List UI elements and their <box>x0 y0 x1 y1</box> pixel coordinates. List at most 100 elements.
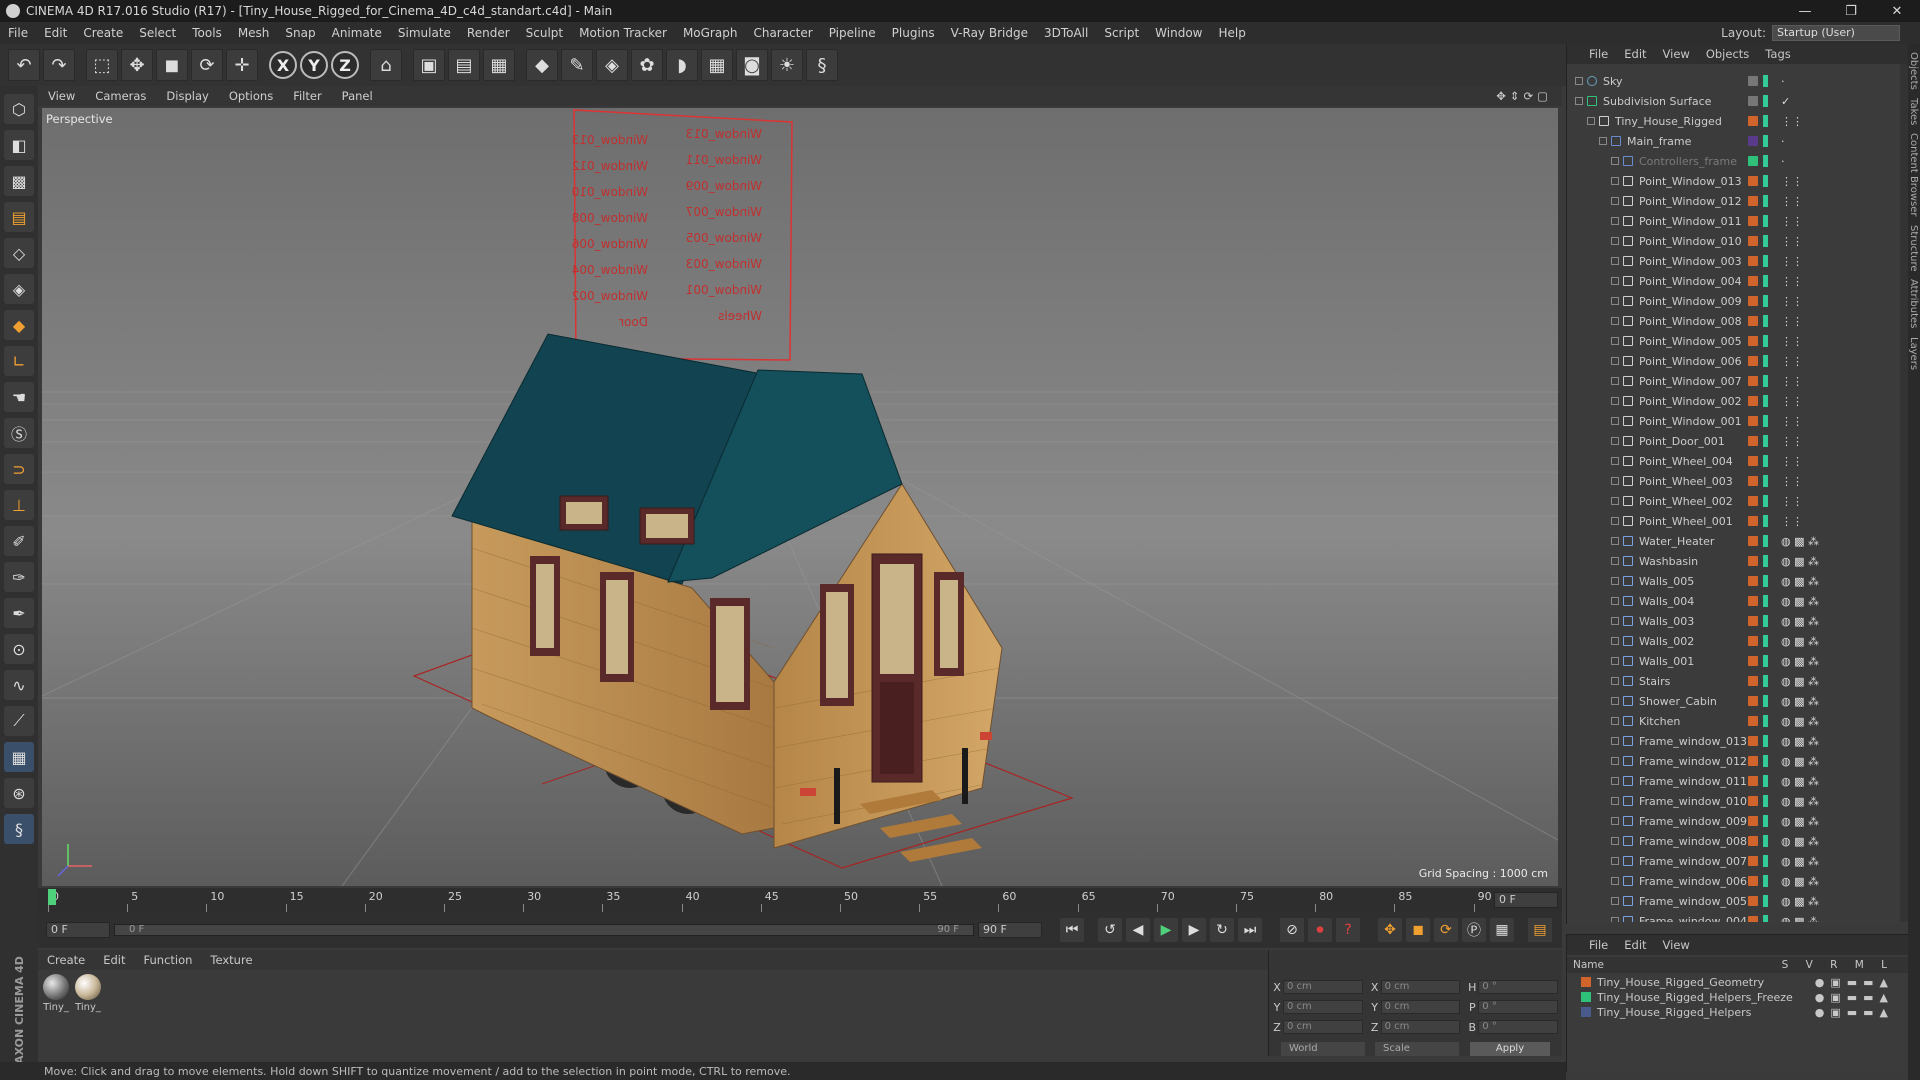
object-row[interactable]: Sky · <box>1567 72 1901 90</box>
expand-toggle-icon[interactable] <box>1611 517 1619 525</box>
menu-plugins[interactable]: Plugins <box>884 26 943 40</box>
key-scale-icon[interactable]: ◼ <box>1406 918 1430 942</box>
current-frame-marker[interactable] <box>48 889 56 905</box>
visibility-toggle-icon[interactable] <box>1763 715 1768 727</box>
menu-tools[interactable]: Tools <box>184 26 230 40</box>
camera-icon[interactable]: ◙ <box>736 49 768 81</box>
object-tags-icon[interactable]: ◍ ▩ ⁂ <box>1781 655 1819 668</box>
layer-color-swatch[interactable] <box>1748 316 1758 326</box>
object-tags-icon[interactable]: ⋮⋮ <box>1781 355 1803 368</box>
size-y-field[interactable]: 0 cm <box>1380 1000 1461 1014</box>
layer-menu-edit[interactable]: Edit <box>1616 938 1654 952</box>
object-row[interactable]: Point_Window_004 ⋮⋮ <box>1567 272 1901 290</box>
render-picture-icon[interactable]: ▤ <box>448 49 480 81</box>
layer-color-swatch[interactable] <box>1581 992 1591 1002</box>
object-tags-icon[interactable]: ⋮⋮ <box>1781 375 1803 388</box>
next-key-icon[interactable]: ↻ <box>1210 918 1234 942</box>
menu-mesh[interactable]: Mesh <box>230 26 278 40</box>
expand-toggle-icon[interactable] <box>1611 897 1619 905</box>
visibility-toggle-icon[interactable] <box>1763 675 1768 687</box>
visibility-toggle-icon[interactable] <box>1763 495 1768 507</box>
object-menu-view[interactable]: View <box>1655 47 1698 61</box>
object-menu-tags[interactable]: Tags <box>1757 47 1798 61</box>
grid-lock-icon[interactable]: ▦ <box>4 742 34 772</box>
expand-toggle-icon[interactable] <box>1611 657 1619 665</box>
array-icon[interactable]: ✿ <box>631 49 663 81</box>
layer-color-swatch[interactable] <box>1748 476 1758 486</box>
object-tags-icon[interactable]: · <box>1781 135 1785 148</box>
object-tags-icon[interactable]: ⋮⋮ <box>1781 335 1803 348</box>
visibility-toggle-icon[interactable] <box>1763 475 1768 487</box>
z-axis-icon[interactable]: Z <box>331 51 359 79</box>
end-frame-field[interactable]: 0 F <box>1494 892 1558 908</box>
object-row[interactable]: Point_Window_005 ⋮⋮ <box>1567 332 1901 350</box>
visibility-toggle-icon[interactable] <box>1763 775 1768 787</box>
visibility-toggle-icon[interactable] <box>1763 855 1768 867</box>
expand-toggle-icon[interactable] <box>1611 337 1619 345</box>
timeline-ruler[interactable]: 051015202530354045505560657075808590 <box>38 888 1562 912</box>
object-row[interactable]: Frame_window_010 ◍ ▩ ⁂ <box>1567 792 1901 810</box>
layer-color-swatch[interactable] <box>1748 116 1758 126</box>
python-icon[interactable]: § <box>806 49 838 81</box>
layer-color-swatch[interactable] <box>1748 796 1758 806</box>
expand-toggle-icon[interactable] <box>1575 97 1583 105</box>
brush-icon[interactable]: ✐ <box>4 526 34 556</box>
side-tab-attributes[interactable]: Attributes <box>1908 279 1919 328</box>
visibility-toggle-icon[interactable] <box>1763 815 1768 827</box>
layer-color-swatch[interactable] <box>1748 136 1758 146</box>
object-tags-icon[interactable]: ◍ ▩ ⁂ <box>1781 715 1819 728</box>
visibility-toggle-icon[interactable] <box>1763 115 1768 127</box>
object-row[interactable]: Frame_window_004 ◍ ▩ ⁂ <box>1567 912 1901 922</box>
object-row[interactable]: Point_Wheel_004 ⋮⋮ <box>1567 452 1901 470</box>
object-row[interactable]: Point_Window_009 ⋮⋮ <box>1567 292 1901 310</box>
object-tags-icon[interactable]: ◍ ▩ ⁂ <box>1781 815 1819 828</box>
object-tags-icon[interactable]: ⋮⋮ <box>1781 415 1803 428</box>
expand-toggle-icon[interactable] <box>1611 397 1619 405</box>
knife-icon[interactable]: ⟋ <box>4 706 34 736</box>
material-menu-edit[interactable]: Edit <box>94 953 134 967</box>
object-row[interactable]: Walls_003 ◍ ▩ ⁂ <box>1567 612 1901 630</box>
texture-mode-icon[interactable]: ▩ <box>4 166 34 196</box>
y-axis-icon[interactable]: Y <box>300 51 328 79</box>
menu-mograph[interactable]: MoGraph <box>675 26 746 40</box>
layer-color-swatch[interactable] <box>1748 896 1758 906</box>
expand-toggle-icon[interactable] <box>1611 757 1619 765</box>
object-row[interactable]: Point_Window_003 ⋮⋮ <box>1567 252 1901 270</box>
expand-toggle-icon[interactable] <box>1611 697 1619 705</box>
layer-color-swatch[interactable] <box>1748 376 1758 386</box>
object-tags-icon[interactable]: ◍ ▩ ⁂ <box>1781 735 1819 748</box>
object-tags-icon[interactable]: ◍ ▩ ⁂ <box>1781 835 1819 848</box>
visibility-toggle-icon[interactable] <box>1763 695 1768 707</box>
visibility-toggle-icon[interactable] <box>1763 95 1768 107</box>
object-tags-icon[interactable]: ◍ ▩ ⁂ <box>1781 875 1819 888</box>
expand-toggle-icon[interactable] <box>1611 157 1619 165</box>
object-tags-icon[interactable]: ⋮⋮ <box>1781 215 1803 228</box>
visibility-toggle-icon[interactable] <box>1763 735 1768 747</box>
side-tab-content-browser[interactable]: Content Browser <box>1908 133 1919 216</box>
visibility-toggle-icon[interactable] <box>1763 895 1768 907</box>
layer-menu-file[interactable]: File <box>1581 938 1616 952</box>
visibility-toggle-icon[interactable] <box>1763 575 1768 587</box>
material-swatch[interactable]: Tiny_ <box>74 974 102 1013</box>
position-z-field[interactable]: 0 cm <box>1282 1020 1363 1034</box>
rotation-b-field[interactable]: 0 ° <box>1478 1020 1559 1034</box>
object-row[interactable]: Subdivision Surface ✓ <box>1567 92 1901 110</box>
layer-row[interactable]: Tiny_House_Rigged_Geometry ●▣▬▬▲ <box>1567 975 1908 989</box>
visibility-toggle-icon[interactable] <box>1763 795 1768 807</box>
expand-toggle-icon[interactable] <box>1575 77 1583 85</box>
key-rotation-icon[interactable]: ⟳ <box>1434 918 1458 942</box>
expand-toggle-icon[interactable] <box>1611 877 1619 885</box>
object-row[interactable]: Point_Door_001 ⋮⋮ <box>1567 432 1901 450</box>
object-tags-icon[interactable]: ⋮⋮ <box>1781 475 1803 488</box>
layer-color-swatch[interactable] <box>1748 176 1758 186</box>
object-tags-icon[interactable]: ⋮⋮ <box>1781 495 1803 508</box>
menu-sculpt[interactable]: Sculpt <box>518 26 571 40</box>
object-tags-icon[interactable]: ⋮⋮ <box>1781 455 1803 468</box>
menu-render[interactable]: Render <box>459 26 518 40</box>
expand-toggle-icon[interactable] <box>1611 237 1619 245</box>
expand-toggle-icon[interactable] <box>1611 577 1619 585</box>
layer-color-swatch[interactable] <box>1748 496 1758 506</box>
layer-flags-icon[interactable]: ●▣▬▬▲ <box>1815 1006 1908 1019</box>
pen-icon[interactable]: ✎ <box>561 49 593 81</box>
object-tags-icon[interactable]: ◍ ▩ ⁂ <box>1781 695 1819 708</box>
